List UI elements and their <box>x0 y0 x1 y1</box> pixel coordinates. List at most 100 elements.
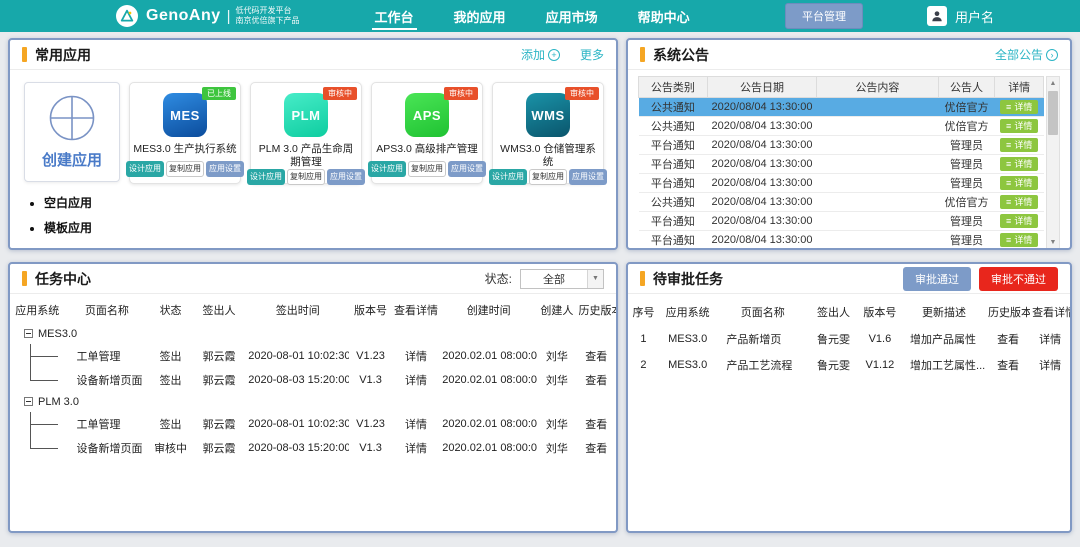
approve-button[interactable]: 审批通过 <box>903 267 971 291</box>
chevron-down-icon[interactable]: ▼ <box>587 270 603 288</box>
app-card-wms[interactable]: 审核中 WMS WMS3.0 仓储管理系统 设计应用 复制应用 应用设置 <box>492 82 604 184</box>
copy-app-button[interactable]: 复制应用 <box>166 161 204 177</box>
tagline-line2: 南京优倍旗下产品 <box>236 16 300 26</box>
history-link[interactable]: 查看 <box>986 352 1030 378</box>
view-detail-link[interactable]: 详情 <box>392 436 440 460</box>
user-area[interactable]: 用户名 <box>927 6 994 26</box>
scrollbar-thumb[interactable] <box>1048 91 1058 135</box>
reject-button[interactable]: 审批不通过 <box>979 267 1058 291</box>
detail-button[interactable]: ≡详情 <box>1000 119 1038 133</box>
app-settings-button[interactable]: 应用设置 <box>448 161 486 177</box>
history-link[interactable]: 查看 <box>577 344 616 368</box>
announcement-row[interactable]: 平台通知2020/08/04 13:30:00管理员 ≡详情 <box>639 155 1044 174</box>
nav-help-center[interactable]: 帮助中心 <box>635 0 693 32</box>
design-app-button[interactable]: 设计应用 <box>126 161 164 177</box>
detail-button[interactable]: ≡详情 <box>1000 233 1038 247</box>
history-link[interactable]: 查看 <box>577 368 616 392</box>
common-apps-header: 常用应用 添加 + 更多 <box>10 40 616 70</box>
design-app-button[interactable]: 设计应用 <box>489 169 527 185</box>
history-link[interactable]: 查看 <box>577 412 616 436</box>
design-app-button[interactable]: 设计应用 <box>247 169 285 185</box>
add-app-link[interactable]: 添加 + <box>521 46 560 63</box>
announcement-row[interactable]: 平台通知2020/08/04 13:30:00管理员 ≡详情 <box>639 231 1044 250</box>
all-announcements-link[interactable]: 全部公告 › <box>995 46 1058 63</box>
view-detail-link[interactable]: 详情 <box>1030 326 1070 352</box>
announcement-row[interactable]: 公共通知2020/08/04 13:30:00优倍官方 ≡详情 <box>639 193 1044 212</box>
nav-app-market[interactable]: 应用市场 <box>543 0 601 32</box>
accent-bar <box>22 271 27 286</box>
history-link[interactable]: 查看 <box>986 326 1030 352</box>
view-detail-link[interactable]: 详情 <box>392 368 440 392</box>
announcements-header: 系统公告 全部公告 › <box>628 40 1070 70</box>
common-apps-title: 常用应用 <box>35 45 91 65</box>
create-app-card[interactable]: 创建应用 <box>24 82 120 182</box>
aps-app-icon[interactable]: APS <box>405 93 449 137</box>
scroll-down-icon[interactable]: ▼ <box>1047 236 1059 249</box>
nav-workbench[interactable]: 工作台 <box>372 0 417 32</box>
wms-app-icon[interactable]: WMS <box>526 93 570 137</box>
more-apps-link[interactable]: 更多 <box>580 46 604 63</box>
detail-button[interactable]: ≡详情 <box>1000 100 1038 114</box>
app-card-aps[interactable]: 审核中 APS APS3.0 高级排产管理 设计应用 复制应用 应用设置 <box>371 82 483 184</box>
view-detail-link[interactable]: 详情 <box>392 344 440 368</box>
status-filter-select[interactable]: 全部 ▼ <box>520 269 604 289</box>
detail-button[interactable]: ≡详情 <box>1000 195 1038 209</box>
tree-group-row[interactable]: PLM 3.0 <box>10 392 616 412</box>
circle-plus-icon <box>48 94 96 142</box>
add-plus-icon: + <box>548 49 560 61</box>
list-icon: ≡ <box>1006 120 1011 132</box>
collapse-icon[interactable] <box>24 329 33 338</box>
detail-button[interactable]: ≡详情 <box>1000 157 1038 171</box>
list-icon: ≡ <box>1006 101 1011 113</box>
app-card-plm[interactable]: 审核中 PLM PLM 3.0 产品生命周期管理 设计应用 复制应用 应用设置 <box>250 82 362 184</box>
tagline-line1: 低代码开发平台 <box>236 6 300 16</box>
app-settings-button[interactable]: 应用设置 <box>206 161 244 177</box>
vertical-scrollbar[interactable]: ▲ ▼ <box>1046 76 1060 250</box>
platform-admin-button[interactable]: 平台管理 <box>785 3 863 29</box>
arrow-right-icon: › <box>1046 49 1058 61</box>
app-card-mes[interactable]: 已上线 MES MES3.0 生产执行系统 设计应用 复制应用 应用设置 <box>129 82 241 184</box>
create-app-label: 创建应用 <box>42 149 102 170</box>
approval-row[interactable]: 2 MES3.0 产品工艺流程 鲁元雯 V1.12 增加工艺属性...... 查… <box>628 352 1070 378</box>
app-settings-button[interactable]: 应用设置 <box>327 169 365 185</box>
copy-app-button[interactable]: 复制应用 <box>408 161 446 177</box>
collapse-icon[interactable] <box>24 397 33 406</box>
task-row[interactable]: 设备新增页面 签出 郭云霞 2020-08-03 15:20:00 V1.3 详… <box>10 368 616 392</box>
username-label: 用户名 <box>955 7 994 26</box>
panel-common-apps: 常用应用 添加 + 更多 创建应用 <box>8 38 618 250</box>
approval-row[interactable]: 1 MES3.0 产品新增页 鲁元雯 V1.6 增加产品属性 查看 详情 <box>628 326 1070 352</box>
scroll-up-icon[interactable]: ▲ <box>1047 77 1059 90</box>
task-row[interactable]: 工单管理 签出 郭云霞 2020-08-01 10:02:30 V1.23 详情… <box>10 412 616 436</box>
app-settings-button[interactable]: 应用设置 <box>569 169 607 185</box>
mes-app-icon[interactable]: MES <box>163 93 207 137</box>
list-icon: ≡ <box>1006 196 1011 208</box>
view-detail-link[interactable]: 详情 <box>1030 352 1070 378</box>
copy-app-button[interactable]: 复制应用 <box>287 169 325 185</box>
user-avatar-icon[interactable] <box>927 6 947 26</box>
detail-button[interactable]: ≡详情 <box>1000 138 1038 152</box>
detail-button[interactable]: ≡详情 <box>1000 214 1038 228</box>
option-blank-app[interactable]: 空白应用 <box>44 194 120 211</box>
list-icon: ≡ <box>1006 139 1011 151</box>
history-link[interactable]: 查看 <box>577 436 616 460</box>
status-badge: 已上线 <box>202 87 236 100</box>
nav-my-apps[interactable]: 我的应用 <box>451 0 509 32</box>
table-header-row: 序号应用系统页面名称签出人版本号更新描述历史版本查看详情 <box>628 298 1070 326</box>
announcement-row[interactable]: 平台通知2020/08/04 13:30:00管理员 ≡详情 <box>639 212 1044 231</box>
task-center-table: 应用系统页面名称状态签出人签出时间版本号查看详情创建时间创建人历史版本 MES3… <box>10 296 616 460</box>
detail-button[interactable]: ≡详情 <box>1000 176 1038 190</box>
option-template-app[interactable]: 模板应用 <box>44 219 120 236</box>
plm-app-icon[interactable]: PLM <box>284 93 328 137</box>
tree-group-row[interactable]: MES3.0 <box>10 324 616 344</box>
announcement-row[interactable]: 平台通知2020/08/04 13:30:00管理员 ≡详情 <box>639 174 1044 193</box>
announcement-row[interactable]: 公共通知2020/08/04 13:30:00优倍官方 ≡详情 <box>639 117 1044 136</box>
announcement-row[interactable]: 平台通知2020/08/04 13:30:00管理员 ≡详情 <box>639 136 1044 155</box>
task-row[interactable]: 设备新增页面 审核中 郭云霞 2020-08-03 15:20:00 V1.3 … <box>10 436 616 460</box>
app-name: APS3.0 高级排产管理 <box>373 143 481 156</box>
design-app-button[interactable]: 设计应用 <box>368 161 406 177</box>
copy-app-button[interactable]: 复制应用 <box>529 169 567 185</box>
view-detail-link[interactable]: 详情 <box>392 412 440 436</box>
create-options-list: 空白应用 模板应用 <box>30 194 120 244</box>
task-row[interactable]: 工单管理 签出 郭云霞 2020-08-01 10:02:30 V1.23 详情… <box>10 344 616 368</box>
announcement-row[interactable]: 公共通知2020/08/04 13:30:00优倍官方 ≡详情 <box>639 98 1044 117</box>
